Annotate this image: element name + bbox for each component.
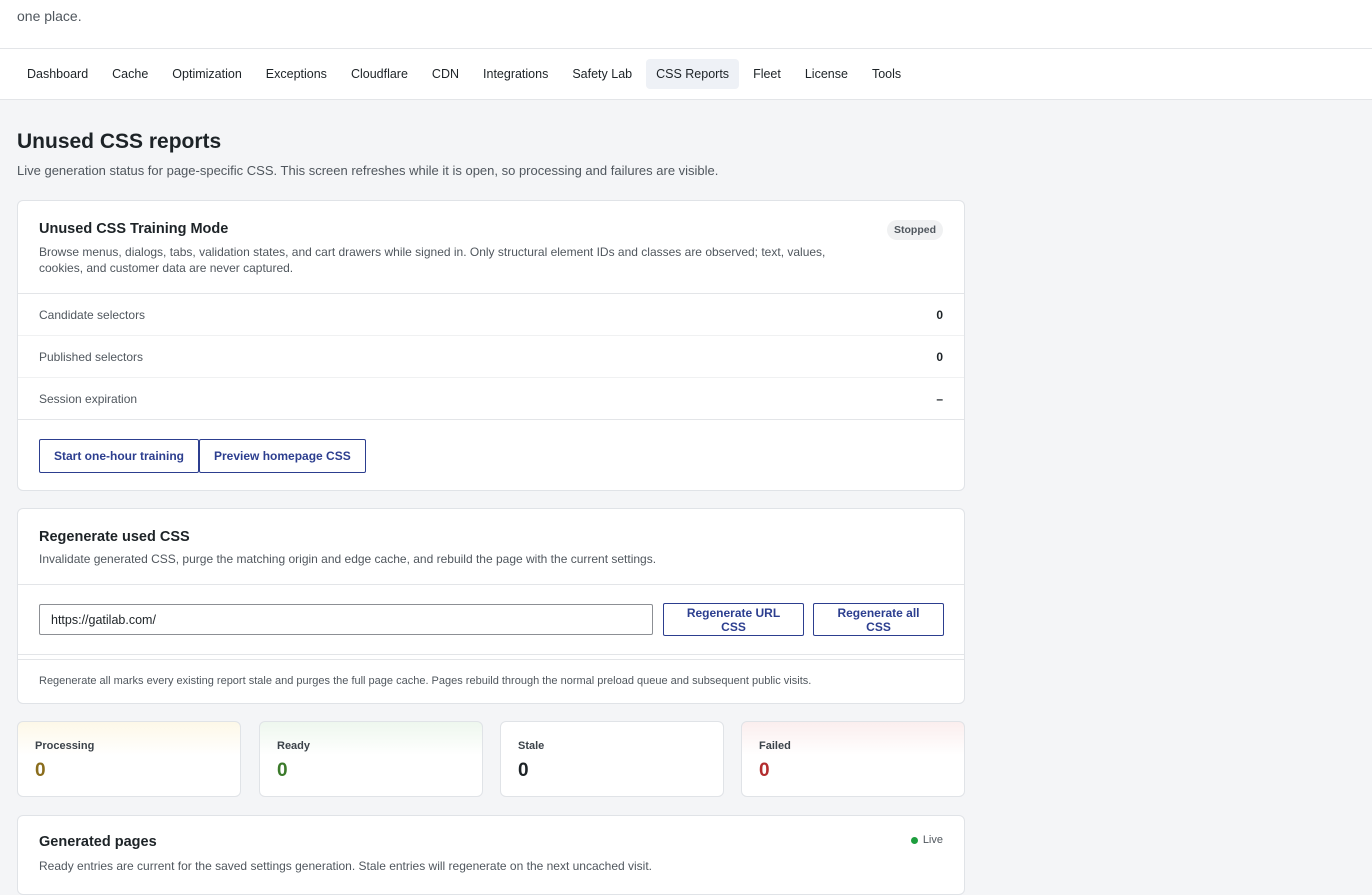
training-description: Browse menus, dialogs, tabs, validation … xyxy=(39,245,826,275)
tab-integrations[interactable]: Integrations xyxy=(473,59,558,89)
candidate-selectors-label: Candidate selectors xyxy=(39,307,146,322)
tab-cloudflare[interactable]: Cloudflare xyxy=(341,59,418,89)
generated-description: Ready entries are current for the saved … xyxy=(39,859,653,873)
ready-count: 0 xyxy=(277,760,288,781)
status-badge: Stopped xyxy=(887,220,943,240)
intro-text: one place. xyxy=(17,8,82,24)
regen-title: Regenerate used CSS xyxy=(39,529,190,545)
generated-pages-card: Generated pages Live Ready entries are c… xyxy=(17,815,965,895)
published-selectors-label: Published selectors xyxy=(39,349,144,364)
intro-banner: one place. xyxy=(0,0,1372,49)
url-input[interactable] xyxy=(39,604,653,635)
regenerate-url-css-button[interactable]: Regenerate URL CSS xyxy=(663,603,804,636)
start-training-button[interactable]: Start one-hour training xyxy=(39,439,199,473)
processing-count: 0 xyxy=(35,760,46,781)
tab-license[interactable]: License xyxy=(795,59,858,89)
processing-label: Processing xyxy=(35,740,95,752)
page-title: Unused CSS reports xyxy=(17,130,222,153)
stale-count: 0 xyxy=(518,760,529,781)
live-indicator: Live xyxy=(910,834,943,846)
candidate-selectors-value: 0 xyxy=(936,307,943,322)
training-stats: Candidate selectors 0 Published selector… xyxy=(18,293,964,420)
stale-label: Stale xyxy=(518,740,545,752)
failed-label: Failed xyxy=(759,740,791,752)
divider xyxy=(18,659,964,660)
tab-bar: Dashboard Cache Optimization Exceptions … xyxy=(0,49,1372,100)
candidate-selectors-row: Candidate selectors 0 xyxy=(18,294,964,336)
page-subtitle: Live generation status for page-specific… xyxy=(17,163,719,178)
ready-stat-tile: Ready 0 xyxy=(259,721,483,797)
session-expiration-label: Session expiration xyxy=(39,391,138,406)
training-mode-card: Unused CSS Training Mode Stopped Browse … xyxy=(17,200,965,491)
processing-stat-tile: Processing 0 xyxy=(17,721,241,797)
stale-stat-tile: Stale 0 xyxy=(500,721,724,797)
tab-optimization[interactable]: Optimization xyxy=(162,59,251,89)
session-expiration-value: – xyxy=(936,391,943,406)
divider xyxy=(18,654,964,655)
regenerate-css-card: Regenerate used CSS Invalidate generated… xyxy=(17,508,965,704)
published-selectors-row: Published selectors 0 xyxy=(18,336,964,378)
regen-note: Regenerate all marks every existing repo… xyxy=(39,675,812,687)
failed-stat-tile: Failed 0 xyxy=(741,721,965,797)
tab-exceptions[interactable]: Exceptions xyxy=(256,59,337,89)
preview-homepage-css-button[interactable]: Preview homepage CSS xyxy=(199,439,366,473)
live-label: Live xyxy=(922,834,943,846)
regen-description: Invalidate generated CSS, purge the matc… xyxy=(39,552,657,566)
session-expiration-row: Session expiration – xyxy=(18,378,964,420)
regenerate-all-css-button[interactable]: Regenerate all CSS xyxy=(813,603,944,636)
ready-label: Ready xyxy=(277,740,311,752)
tab-safety-lab[interactable]: Safety Lab xyxy=(562,59,642,89)
tab-tools[interactable]: Tools xyxy=(862,59,911,89)
tab-css-reports[interactable]: CSS Reports xyxy=(646,59,740,89)
tab-cache[interactable]: Cache xyxy=(102,59,158,89)
published-selectors-value: 0 xyxy=(936,349,943,364)
training-title: Unused CSS Training Mode xyxy=(39,221,229,237)
live-dot-icon xyxy=(910,836,918,844)
tab-cdn[interactable]: CDN xyxy=(422,59,469,89)
generated-title: Generated pages xyxy=(39,834,157,850)
failed-count: 0 xyxy=(759,760,770,781)
tab-dashboard[interactable]: Dashboard xyxy=(17,59,98,89)
tab-fleet[interactable]: Fleet xyxy=(743,59,791,89)
divider xyxy=(18,584,964,585)
